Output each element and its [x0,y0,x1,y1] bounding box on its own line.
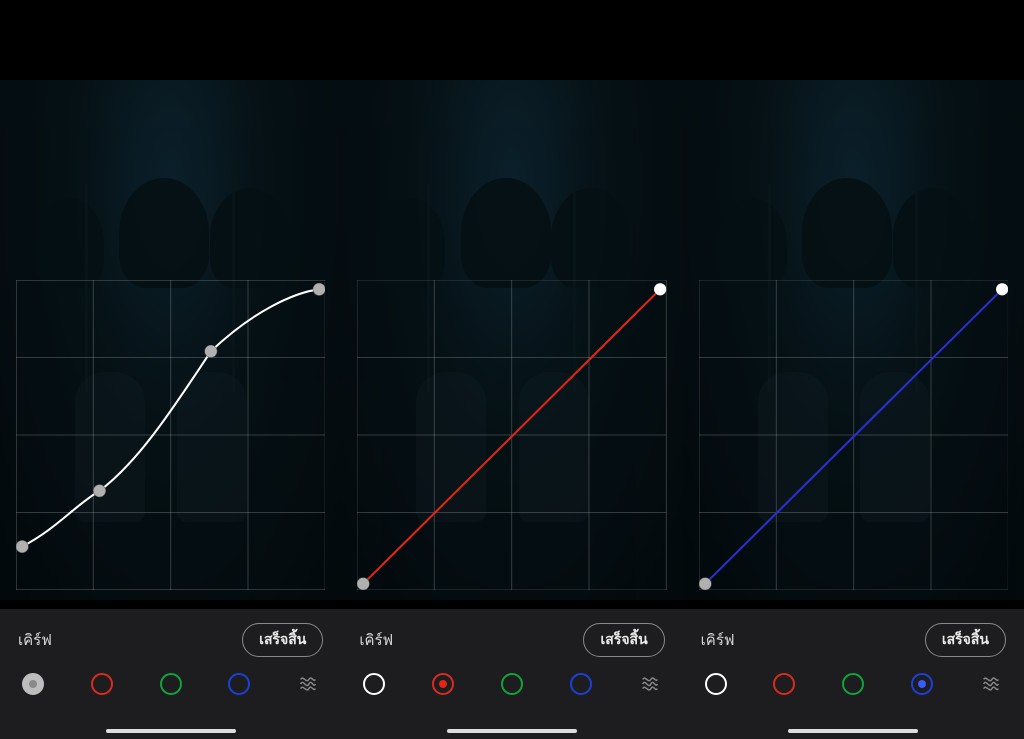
curve-node[interactable] [205,345,217,357]
channel-red[interactable] [91,673,113,695]
editor-panel-luma: เคิร์ฟ เสร็จสิ้น [0,0,341,739]
channel-blue[interactable] [570,673,592,695]
tool-title: เคิร์ฟ [18,628,52,652]
home-indicator [447,729,577,733]
top-black-bar [683,0,1024,80]
channel-red[interactable] [432,673,454,695]
curve-node[interactable] [996,283,1008,295]
grain-icon[interactable] [980,673,1002,695]
done-button[interactable]: เสร็จสิ้น [925,623,1006,657]
curve-node[interactable] [16,540,28,552]
curve-editor[interactable] [357,280,666,590]
editor-panel-blue: เคิร์ฟ เสร็จสิ้น [683,0,1024,739]
curve-node[interactable] [654,283,666,295]
grain-icon[interactable] [639,673,661,695]
bottom-toolbar: เคิร์ฟ เสร็จสิ้น [0,609,341,739]
editor-panel-red: เคิร์ฟ เสร็จสิ้น [341,0,682,739]
home-indicator [106,729,236,733]
grain-icon[interactable] [297,673,319,695]
channel-row [683,657,1024,695]
channel-luma[interactable] [705,673,727,695]
curve-grid[interactable] [16,280,325,590]
channel-luma[interactable] [22,673,44,695]
bottom-toolbar: เคิร์ฟ เสร็จสิ้น [341,609,682,739]
curve-editor[interactable] [699,280,1008,590]
curve-node[interactable] [699,578,711,590]
curve-grid[interactable] [357,280,666,590]
tool-title: เคิร์ฟ [701,628,735,652]
top-black-bar [341,0,682,80]
curve-node[interactable] [93,485,105,497]
channel-blue[interactable] [911,673,933,695]
channel-green[interactable] [160,673,182,695]
tool-title: เคิร์ฟ [359,628,393,652]
curve-editor[interactable] [16,280,325,590]
curve-node[interactable] [313,283,325,295]
channel-row [341,657,682,695]
channel-green[interactable] [842,673,864,695]
channel-red[interactable] [773,673,795,695]
top-black-bar [0,0,341,80]
curve-node[interactable] [357,578,369,590]
done-button[interactable]: เสร็จสิ้น [583,623,664,657]
channel-luma[interactable] [363,673,385,695]
done-button[interactable]: เสร็จสิ้น [242,623,323,657]
channel-blue[interactable] [228,673,250,695]
curve-grid[interactable] [699,280,1008,590]
home-indicator [788,729,918,733]
channel-green[interactable] [501,673,523,695]
bottom-toolbar: เคิร์ฟ เสร็จสิ้น [683,609,1024,739]
channel-row [0,657,341,695]
